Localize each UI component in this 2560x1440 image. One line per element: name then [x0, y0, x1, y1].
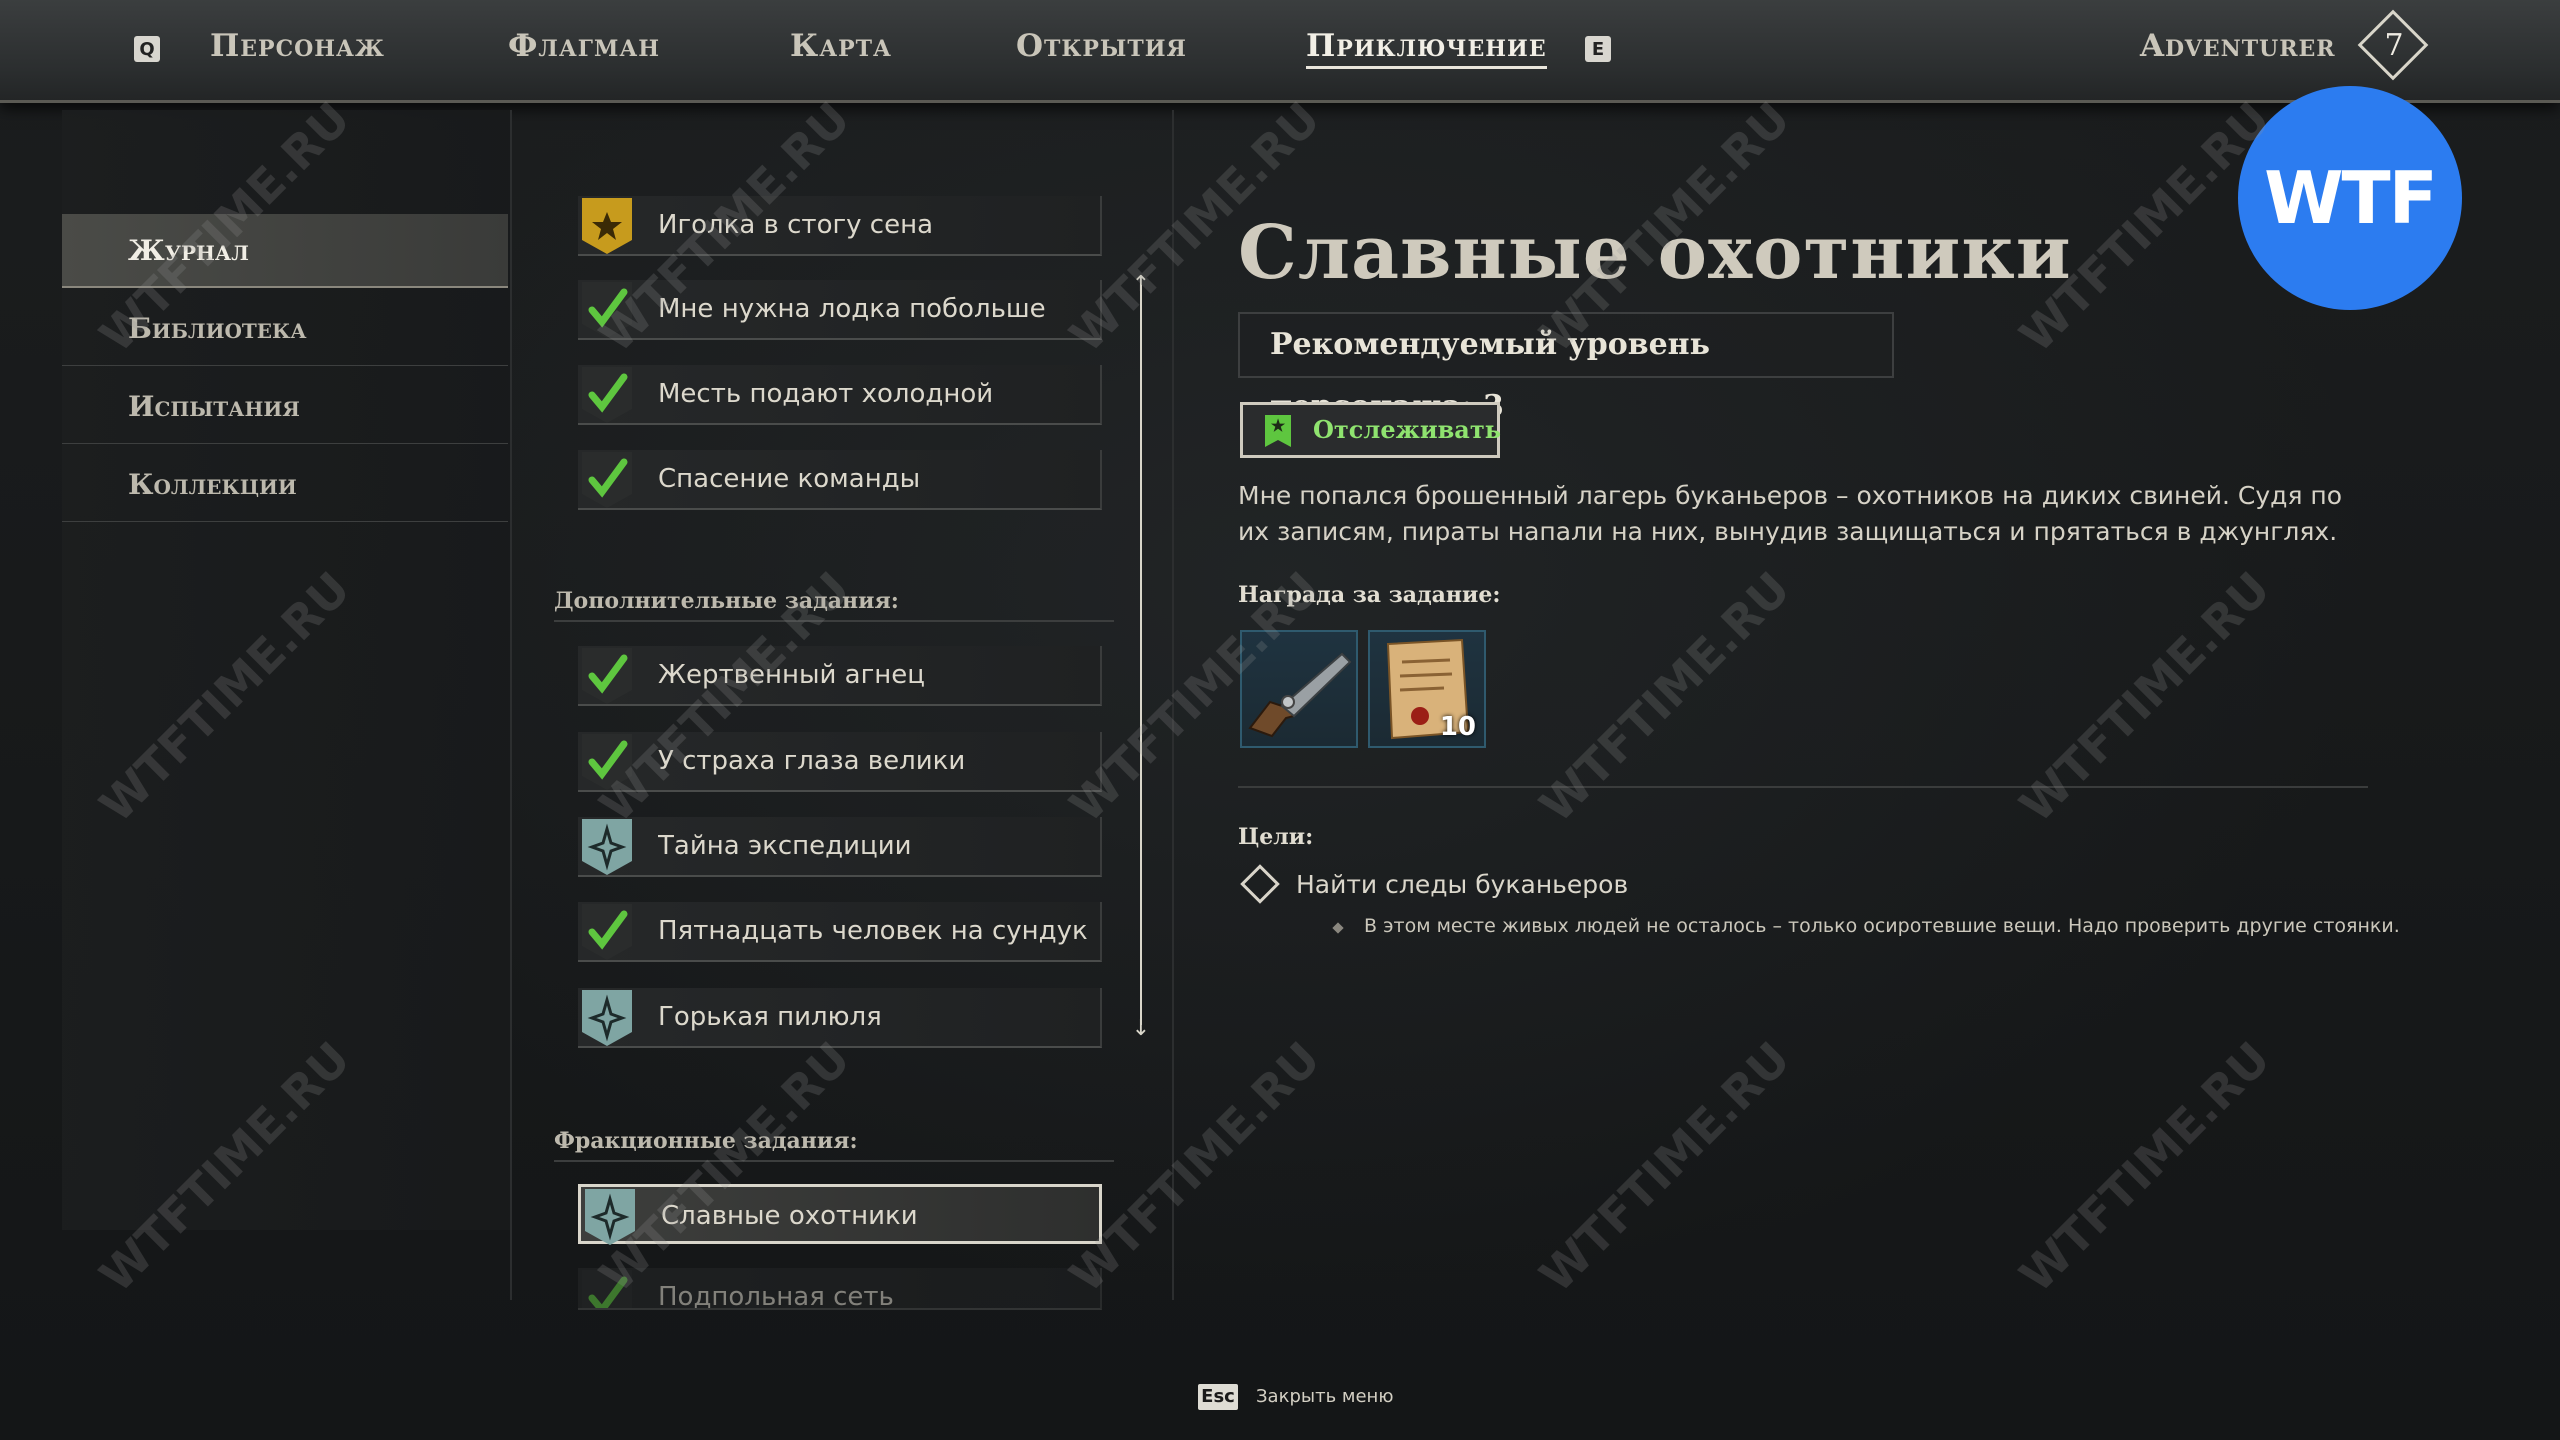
quest-item[interactable]: Жертвенный агнец [578, 646, 1102, 706]
separator [1238, 786, 2368, 788]
quest-label: Спасение команды [658, 464, 921, 494]
wtf-logo: WTF [2238, 86, 2462, 310]
divider [1172, 110, 1174, 1300]
divider [510, 110, 512, 1300]
tab-discoveries[interactable]: Открытия [1016, 28, 1187, 64]
quest-description: Мне попался брошенный лагерь буканьеров … [1238, 481, 2343, 546]
quest-item[interactable]: Иголка в стогу сена [578, 196, 1102, 256]
compass-star-icon [585, 1189, 635, 1245]
checkmark-icon [582, 452, 632, 508]
quest-item[interactable]: Горькая пилюля [578, 988, 1102, 1048]
recommended-level: Рекомендуемый уровень персонажа: 3 [1238, 312, 1894, 424]
pistol-icon [1248, 652, 1352, 738]
checkmark-icon [582, 904, 632, 960]
quest-item[interactable]: У страха глаза велики [578, 732, 1102, 792]
reward-item[interactable]: 10 [1368, 630, 1486, 748]
track-button[interactable]: ★ Отслеживать [1240, 402, 1502, 458]
quest-item-selected[interactable]: Славные охотники [578, 1184, 1102, 1245]
checkmark-icon [582, 648, 632, 704]
e-key-hint[interactable]: E [1585, 36, 1611, 62]
player-name: Adventurer [2140, 28, 2336, 64]
goals-label: Цели: [1238, 824, 1314, 850]
sidebar-item-trials[interactable]: Испытания [62, 370, 508, 444]
sidebar-item-collections[interactable]: Коллекции [62, 448, 508, 522]
compass-star-icon [582, 819, 632, 875]
scrollbar[interactable] [1140, 285, 1142, 1025]
faction-quests-header: Фракционные задания: [554, 1128, 1114, 1162]
quest-label: Мне нужна лодка побольше [658, 294, 1046, 324]
player-rank: 7 [2384, 28, 2404, 63]
quest-title: Славные охотники [1238, 210, 2072, 296]
quest-label: Месть подают холодной [658, 379, 994, 409]
reward-count: 10 [1439, 712, 1476, 742]
checkmark-icon [582, 282, 632, 338]
checkmark-icon [582, 1270, 632, 1308]
quest-item[interactable]: Мне нужна лодка побольше [578, 280, 1102, 340]
esc-key-hint[interactable]: Esc [1198, 1384, 1238, 1410]
reward-item[interactable] [1240, 630, 1358, 748]
sidebar-item-library[interactable]: Библиотека [62, 292, 508, 366]
quest-item[interactable]: Месть подают холодной [578, 365, 1102, 425]
checkmark-icon [582, 367, 632, 423]
star-badge-icon [582, 198, 632, 254]
tab-flagship[interactable]: Флагман [508, 28, 660, 64]
close-menu-label: Закрыть меню [1256, 1386, 1394, 1407]
quest-label: Славные охотники [661, 1201, 918, 1231]
quest-item[interactable]: Подпольная сеть [578, 1268, 1102, 1310]
track-label: Отслеживать [1313, 415, 1502, 444]
quest-item[interactable]: Спасение команды [578, 450, 1102, 510]
quest-label: Горькая пилюля [658, 1002, 882, 1032]
quest-label: Иголка в стогу сена [658, 210, 934, 240]
reward-label: Награда за задание: [1238, 582, 1501, 608]
quest-label: У страха глаза велики [658, 746, 966, 776]
objective-text: Найти следы буканьеров [1296, 870, 1629, 899]
tab-adventure[interactable]: Приключение [1306, 28, 1547, 69]
scroll-down-arrow-icon[interactable]: ↓ [1130, 1018, 1152, 1040]
quest-item[interactable]: Тайна экспедиции [578, 817, 1102, 877]
top-nav-bar: Q Персонаж Флагман Карта Открытия Приклю… [0, 0, 2560, 103]
quest-item[interactable]: Пятнадцать человек на сундук м... [578, 902, 1102, 962]
q-key-hint[interactable]: Q [134, 36, 160, 62]
side-quests-header: Дополнительные задания: [554, 588, 1114, 622]
quest-label: Пятнадцать человек на сундук м... [658, 916, 1088, 946]
quest-label: Подпольная сеть [658, 1282, 894, 1310]
sidebar-item-journal[interactable]: Журнал [62, 214, 508, 288]
quest-label: Тайна экспедиции [658, 831, 912, 861]
quest-label: Жертвенный агнец [658, 660, 925, 690]
objective-note: В этом месте живых людей не осталось – т… [1364, 915, 2400, 937]
compass-star-icon [582, 990, 632, 1046]
tab-character[interactable]: Персонаж [210, 28, 385, 64]
star-icon: ★ [1270, 416, 1286, 435]
tab-map[interactable]: Карта [790, 28, 892, 64]
checkmark-icon [582, 734, 632, 790]
